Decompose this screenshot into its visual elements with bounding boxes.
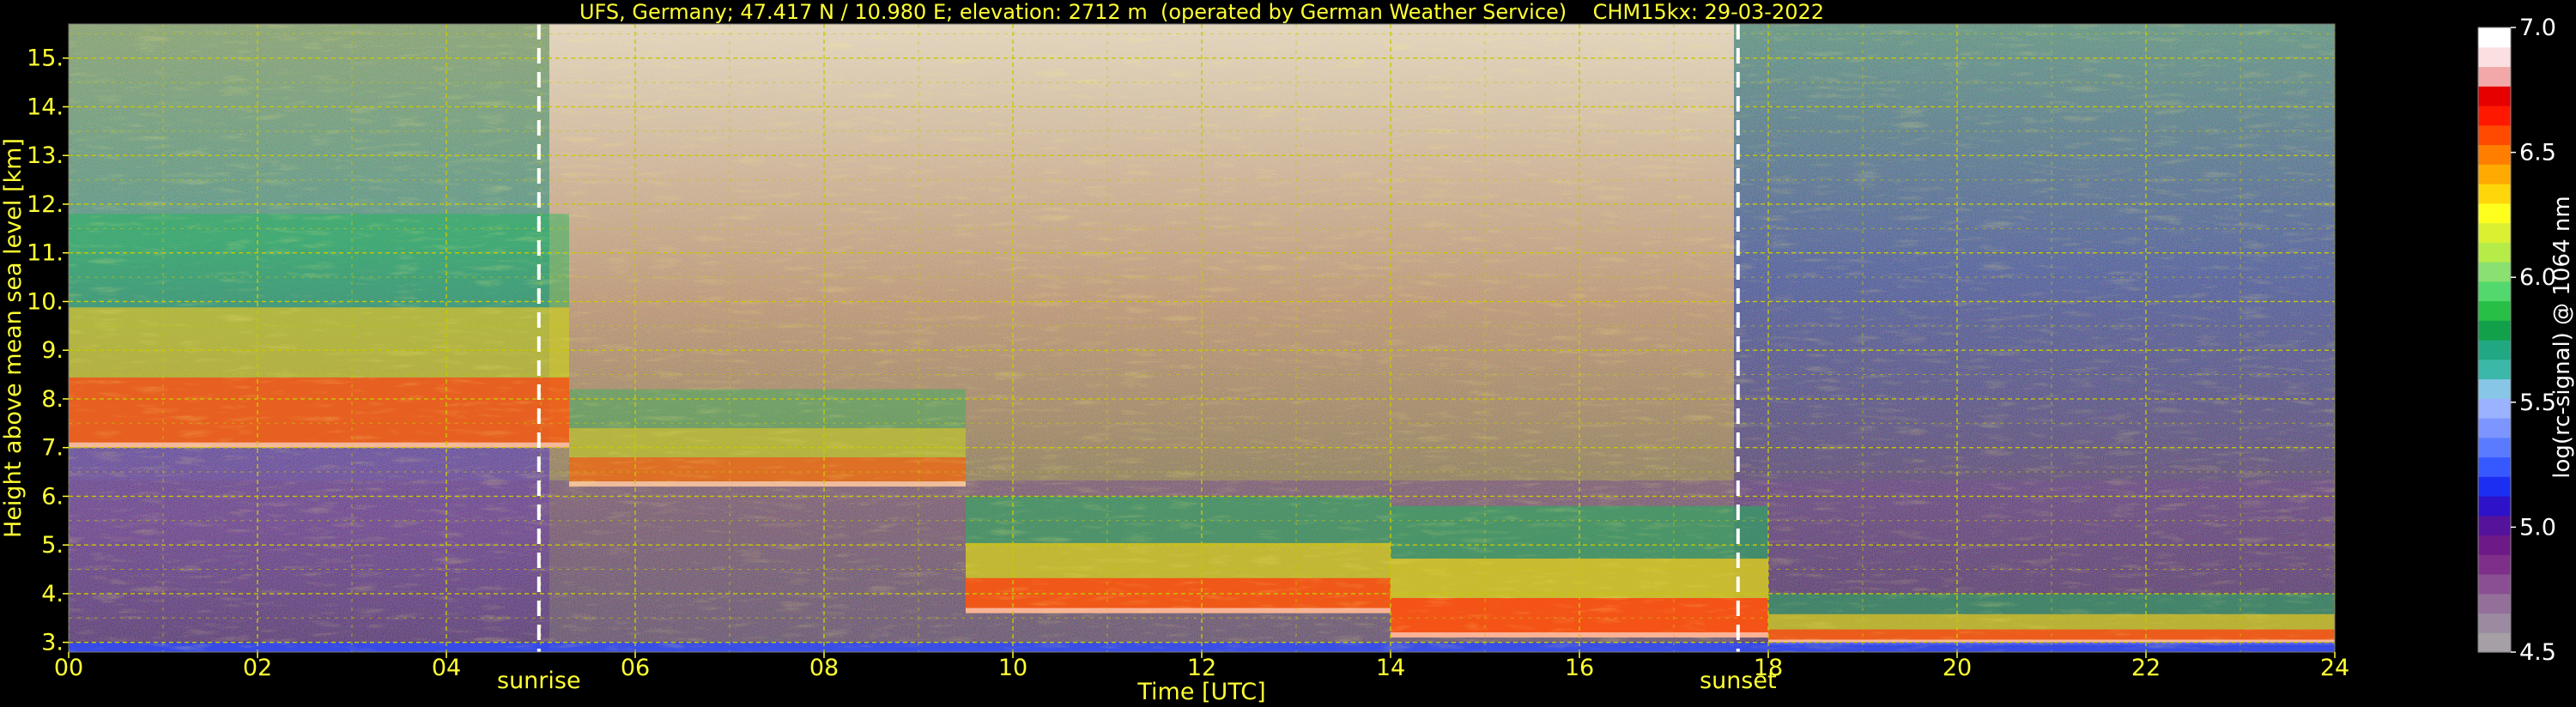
colorbar-segment bbox=[2478, 593, 2511, 614]
colorbar-segment bbox=[2478, 359, 2511, 380]
colorbar-segment bbox=[2478, 378, 2511, 399]
chart-title: UFS, Germany; 47.417 N / 10.980 E; eleva… bbox=[579, 0, 1824, 24]
colorbar-segment bbox=[2478, 632, 2511, 653]
colorbar-tick-label: 6.5 bbox=[2519, 140, 2556, 166]
x-tick-label: 06 bbox=[621, 655, 650, 681]
colorbar-segment bbox=[2478, 86, 2511, 106]
x-tick-label: 02 bbox=[243, 655, 272, 681]
x-tick-label: 08 bbox=[809, 655, 839, 681]
colorbar-segment bbox=[2478, 554, 2511, 575]
colorbar-segment bbox=[2478, 320, 2511, 341]
y-tick-label: 5. bbox=[41, 532, 64, 559]
x-tick-label: 24 bbox=[2320, 655, 2349, 681]
colorbar-segment bbox=[2478, 106, 2511, 126]
lidar-chart: 00 02 04 06 08 10 12 14 16 18 20 22 24 3.4.5.6.7.8.9… bbox=[0, 0, 2575, 705]
colorbar-segment bbox=[2478, 437, 2511, 458]
colorbar-segment bbox=[2478, 124, 2511, 146]
colorbar-segment bbox=[2478, 66, 2511, 87]
y-tick-label: 7. bbox=[41, 435, 64, 462]
x-tick-label: 14 bbox=[1376, 655, 1405, 681]
colorbar-tick-label: 5.0 bbox=[2519, 514, 2556, 541]
x-tick-label: 10 bbox=[998, 655, 1027, 681]
y-tick-label: 15. bbox=[27, 45, 64, 72]
colorbar bbox=[2477, 27, 2512, 653]
colorbar-segment bbox=[2478, 242, 2511, 263]
sunrise-label: sunrise bbox=[497, 668, 581, 694]
colorbar-segment bbox=[2478, 202, 2511, 224]
colorbar-segment bbox=[2478, 476, 2511, 497]
sunset-label: sunset bbox=[1700, 668, 1777, 694]
y-tick-label: 13. bbox=[27, 142, 64, 169]
y-tick-label: 12. bbox=[27, 191, 64, 218]
colorbar-segment bbox=[2478, 184, 2511, 204]
colorbar-segment bbox=[2478, 46, 2511, 68]
colorbar-segment bbox=[2478, 262, 2511, 282]
x-tick-label: 16 bbox=[1565, 655, 1594, 681]
colorbar-segment bbox=[2478, 574, 2511, 595]
colorbar-segment bbox=[2478, 144, 2511, 165]
colorbar-segment bbox=[2478, 27, 2511, 48]
y-tick-label: 3. bbox=[41, 630, 64, 656]
x-tick-label: 00 bbox=[54, 655, 83, 681]
y-tick-label: 10. bbox=[27, 288, 64, 315]
colorbar-segment bbox=[2478, 456, 2511, 477]
colorbar-label: log(rc-signal) @ 1064 nm bbox=[2549, 196, 2575, 478]
colorbar-segment bbox=[2478, 535, 2511, 555]
x-tick-label: 20 bbox=[1943, 655, 1972, 681]
plot-area bbox=[69, 24, 2335, 652]
colorbar-segment bbox=[2478, 418, 2511, 438]
colorbar-tick-label: 4.5 bbox=[2519, 639, 2556, 666]
y-tick-label: 6. bbox=[41, 483, 64, 510]
colorbar-segment bbox=[2478, 164, 2511, 184]
colorbar-segment bbox=[2478, 613, 2511, 633]
colorbar-segment bbox=[2478, 515, 2511, 536]
x-tick-label: 04 bbox=[432, 655, 461, 681]
y-tick-label: 4. bbox=[41, 581, 64, 607]
colorbar-tick-label: 7.0 bbox=[2519, 15, 2556, 41]
colorbar-segment bbox=[2478, 300, 2511, 321]
x-tick-label: 22 bbox=[2131, 655, 2161, 681]
colorbar-segment bbox=[2478, 496, 2511, 517]
colorbar-segment bbox=[2478, 281, 2511, 302]
y-tick-label: 11. bbox=[27, 240, 64, 267]
y-tick-label: 14. bbox=[27, 94, 64, 120]
colorbar-segment bbox=[2478, 398, 2511, 419]
y-tick-label: 8. bbox=[41, 386, 64, 413]
x-tick-label: 12 bbox=[1187, 655, 1216, 681]
colorbar-segment bbox=[2478, 222, 2511, 243]
colorbar-segment bbox=[2478, 340, 2511, 360]
y-axis-label: Height above mean sea level [km] bbox=[0, 138, 27, 538]
y-tick-label: 9. bbox=[41, 337, 64, 364]
x-axis-label: Time [UTC] bbox=[1136, 679, 1265, 705]
